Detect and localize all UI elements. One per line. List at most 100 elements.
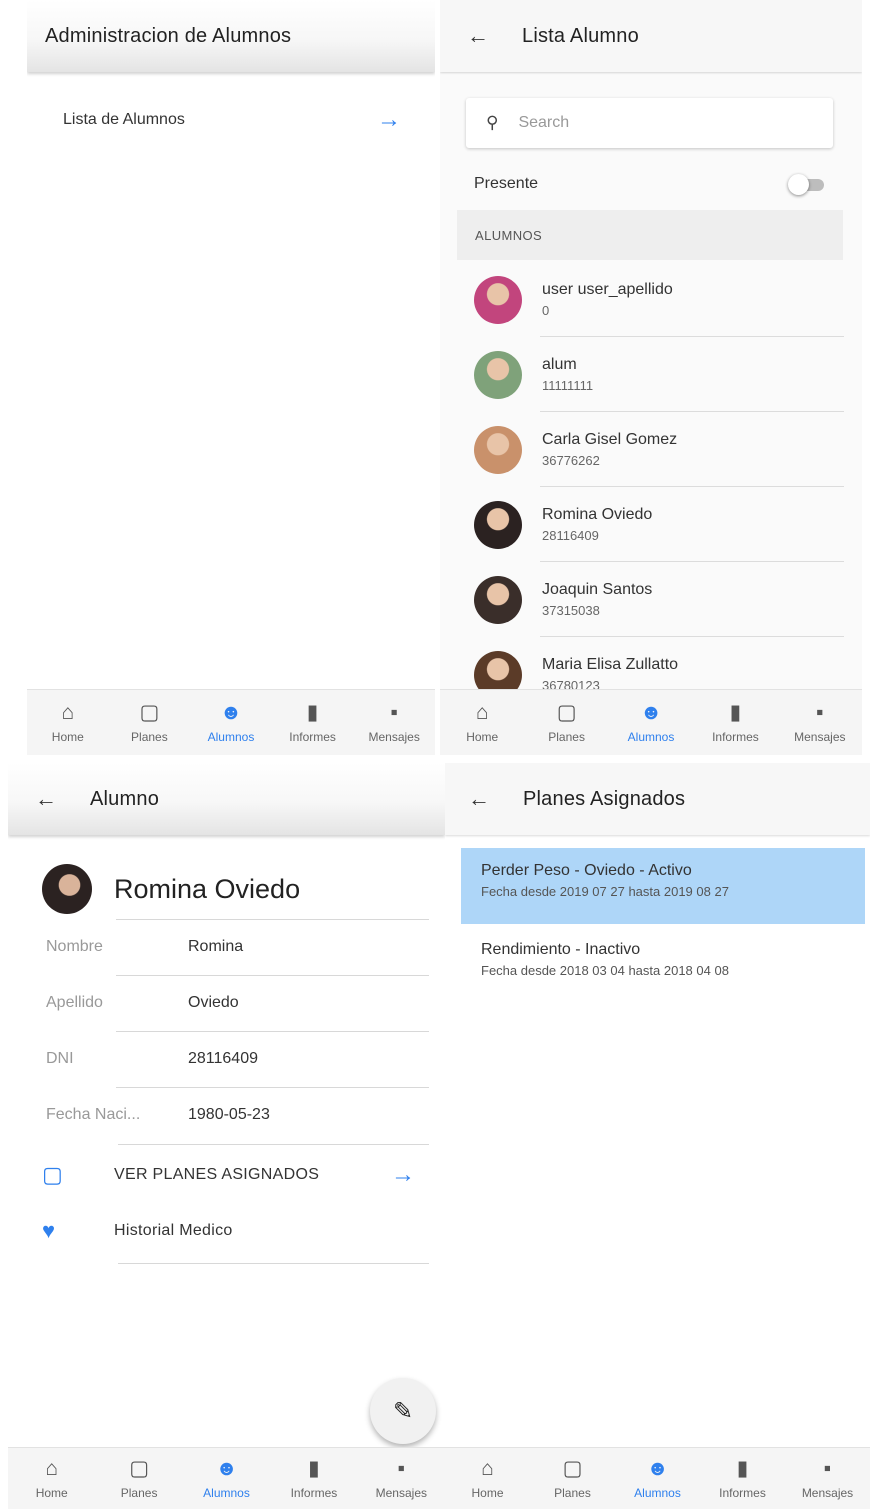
alumno-name: Romina Oviedo bbox=[542, 506, 653, 523]
bar-chart-icon: ▮ bbox=[306, 701, 319, 724]
nav-label: Alumnos bbox=[203, 1486, 250, 1500]
search-placeholder: Search bbox=[518, 114, 570, 131]
nav-label: Informes bbox=[289, 730, 336, 744]
nav-mensajes[interactable]: ▪ Mensajes bbox=[353, 690, 435, 755]
profile-name: Romina Oviedo bbox=[114, 873, 301, 904]
nav-alumnos[interactable]: ☻ Alumnos bbox=[183, 1448, 270, 1509]
nav-informes[interactable]: ▮ Informes bbox=[270, 1448, 357, 1509]
nav-planes[interactable]: ▢ Planes bbox=[109, 690, 191, 755]
nav-label: Home bbox=[466, 730, 499, 744]
nav-label: Alumnos bbox=[634, 1486, 681, 1500]
field-value: Oviedo bbox=[188, 994, 239, 1011]
list-item[interactable]: Carla Gisel Gomez 36776262 bbox=[440, 412, 862, 487]
field-value: Romina bbox=[188, 938, 244, 955]
field-label: Fecha Naci... bbox=[46, 1106, 141, 1123]
nav-informes[interactable]: ▮ Informes bbox=[272, 690, 354, 755]
list-item[interactable]: Maria Elisa Zullatto 36780123 bbox=[440, 637, 862, 690]
chat-icon: ▪ bbox=[816, 701, 824, 724]
profile-header: Romina Oviedo bbox=[42, 861, 300, 917]
action-label: VER PLANES ASIGNADOS bbox=[114, 1166, 320, 1183]
alumno-name: user user_apellido bbox=[542, 281, 673, 298]
search-input[interactable]: ⚲ Search bbox=[466, 98, 833, 148]
field-value: 1980-05-23 bbox=[188, 1106, 270, 1123]
bottom-nav: ⌂ Home ▢ Planes ☻ Alumnos ▮ Informes ▪ Mensaj… bbox=[27, 689, 435, 755]
nav-label: Mensajes bbox=[368, 730, 420, 744]
bar-chart-icon: ▮ bbox=[729, 701, 742, 724]
screen-planes-asignados: ← Planes Asignados Perder Peso - Oviedo … bbox=[445, 763, 870, 1509]
arrow-right-icon: → bbox=[391, 1161, 415, 1188]
field-label: Apellido bbox=[46, 994, 103, 1011]
plan-dates: Fecha desde 2018 03 04 hasta 2018 04 08 bbox=[481, 963, 729, 978]
back-arrow-icon[interactable]: ← bbox=[459, 786, 499, 812]
app-bar: ← Alumno bbox=[8, 763, 445, 835]
nav-informes[interactable]: ▮ Informes bbox=[700, 1448, 785, 1509]
heartbeat-icon: ♥ bbox=[42, 1218, 56, 1243]
plan-item[interactable]: Rendimiento - Inactivo Fecha desde 2018 … bbox=[461, 927, 865, 1003]
field-nombre: Nombre Romina bbox=[46, 919, 429, 975]
bottom-nav: ⌂ Home ▢ Planes ☻ Alumnos ▮ Informes ▪ Mensaj… bbox=[440, 689, 862, 755]
nav-planes[interactable]: ▢ Planes bbox=[530, 1448, 615, 1509]
app-bar: ← Planes Asignados bbox=[445, 763, 870, 835]
nav-planes[interactable]: ▢ Planes bbox=[95, 1448, 182, 1509]
nav-alumnos[interactable]: ☻ Alumnos bbox=[615, 1448, 700, 1509]
avatar bbox=[474, 425, 522, 474]
arrow-right-icon: → bbox=[377, 106, 401, 133]
nav-label: Home bbox=[471, 1486, 504, 1500]
clipboard-icon: ▢ bbox=[129, 1457, 150, 1480]
toggle-label: Presente bbox=[474, 175, 539, 192]
list-item[interactable]: alum 11111111 bbox=[440, 337, 862, 412]
home-icon: ⌂ bbox=[61, 701, 75, 724]
alumno-dni: 0 bbox=[542, 303, 550, 318]
alumno-dni: 28116409 bbox=[542, 528, 599, 543]
nav-mensajes[interactable]: ▪ Mensajes bbox=[358, 1448, 445, 1509]
chat-icon: ▪ bbox=[390, 701, 398, 724]
list-item[interactable]: user user_apellido 0 bbox=[440, 262, 862, 337]
nav-home[interactable]: ⌂ Home bbox=[440, 690, 524, 755]
avatar bbox=[474, 275, 522, 324]
screen-admin-alumnos: Administracion de Alumnos Lista de Alumn… bbox=[27, 0, 435, 755]
alumno-dni: 37315038 bbox=[542, 603, 600, 618]
clipboard-icon: ▢ bbox=[42, 1162, 63, 1187]
nav-label: Informes bbox=[719, 1486, 766, 1500]
nav-mensajes[interactable]: ▪ Mensajes bbox=[778, 690, 862, 755]
nav-home[interactable]: ⌂ Home bbox=[8, 1448, 95, 1509]
bottom-nav: ⌂ Home ▢ Planes ☻ Alumnos ▮ Informes ▪ Mensaj… bbox=[445, 1447, 870, 1509]
chat-icon: ▪ bbox=[397, 1457, 406, 1480]
nav-alumnos[interactable]: ☻ Alumnos bbox=[609, 690, 693, 755]
nav-label: Planes bbox=[554, 1486, 591, 1500]
avatar bbox=[474, 575, 522, 624]
ver-planes-asignados-button[interactable]: ▢ VER PLANES ASIGNADOS → bbox=[42, 1147, 415, 1203]
plan-item[interactable]: Perder Peso - Oviedo - Activo Fecha desd… bbox=[461, 848, 865, 924]
bar-chart-icon: ▮ bbox=[736, 1457, 749, 1480]
field-value: 28116409 bbox=[188, 1050, 258, 1067]
presente-toggle[interactable] bbox=[788, 173, 828, 195]
app-bar: ← Lista Alumno bbox=[440, 0, 862, 72]
list-item[interactable]: Joaquin Santos 37315038 bbox=[440, 562, 862, 637]
nav-mensajes[interactable]: ▪ Mensajes bbox=[785, 1448, 870, 1509]
edit-fab-button[interactable]: ✎ bbox=[370, 1378, 436, 1444]
avatar bbox=[42, 864, 92, 914]
nav-label: Planes bbox=[120, 1486, 158, 1500]
nav-informes[interactable]: ▮ Informes bbox=[693, 690, 777, 755]
nav-label: Home bbox=[35, 1486, 68, 1500]
bottom-nav: ⌂ Home ▢ Planes ☻ Alumnos ▮ Informes ▪ Mensaj… bbox=[8, 1447, 445, 1509]
search-icon: ⚲ bbox=[486, 113, 499, 132]
nav-planes[interactable]: ▢ Planes bbox=[524, 690, 608, 755]
nav-home[interactable]: ⌂ Home bbox=[27, 690, 109, 755]
list-item[interactable]: Romina Oviedo 28116409 bbox=[440, 487, 862, 562]
clipboard-icon: ▢ bbox=[139, 701, 160, 724]
nav-label: Planes bbox=[131, 730, 168, 744]
bar-chart-icon: ▮ bbox=[308, 1457, 320, 1480]
field-dni: DNI 28116409 bbox=[46, 1031, 429, 1087]
nav-label: Alumnos bbox=[627, 730, 675, 744]
menu-item-lista-alumnos[interactable]: Lista de Alumnos → bbox=[27, 96, 435, 144]
historial-medico-button[interactable]: ♥ Historial Medico bbox=[42, 1203, 415, 1259]
plan-dates: Fecha desde 2019 07 27 hasta 2019 08 27 bbox=[481, 884, 729, 899]
nav-home[interactable]: ⌂ Home bbox=[445, 1448, 530, 1509]
back-arrow-icon[interactable]: ← bbox=[458, 23, 498, 49]
back-arrow-icon[interactable]: ← bbox=[26, 786, 66, 812]
nav-label: Informes bbox=[712, 730, 759, 744]
divider bbox=[118, 1144, 429, 1145]
nav-alumnos[interactable]: ☻ Alumnos bbox=[190, 690, 272, 755]
home-icon: ⌂ bbox=[481, 1457, 494, 1480]
